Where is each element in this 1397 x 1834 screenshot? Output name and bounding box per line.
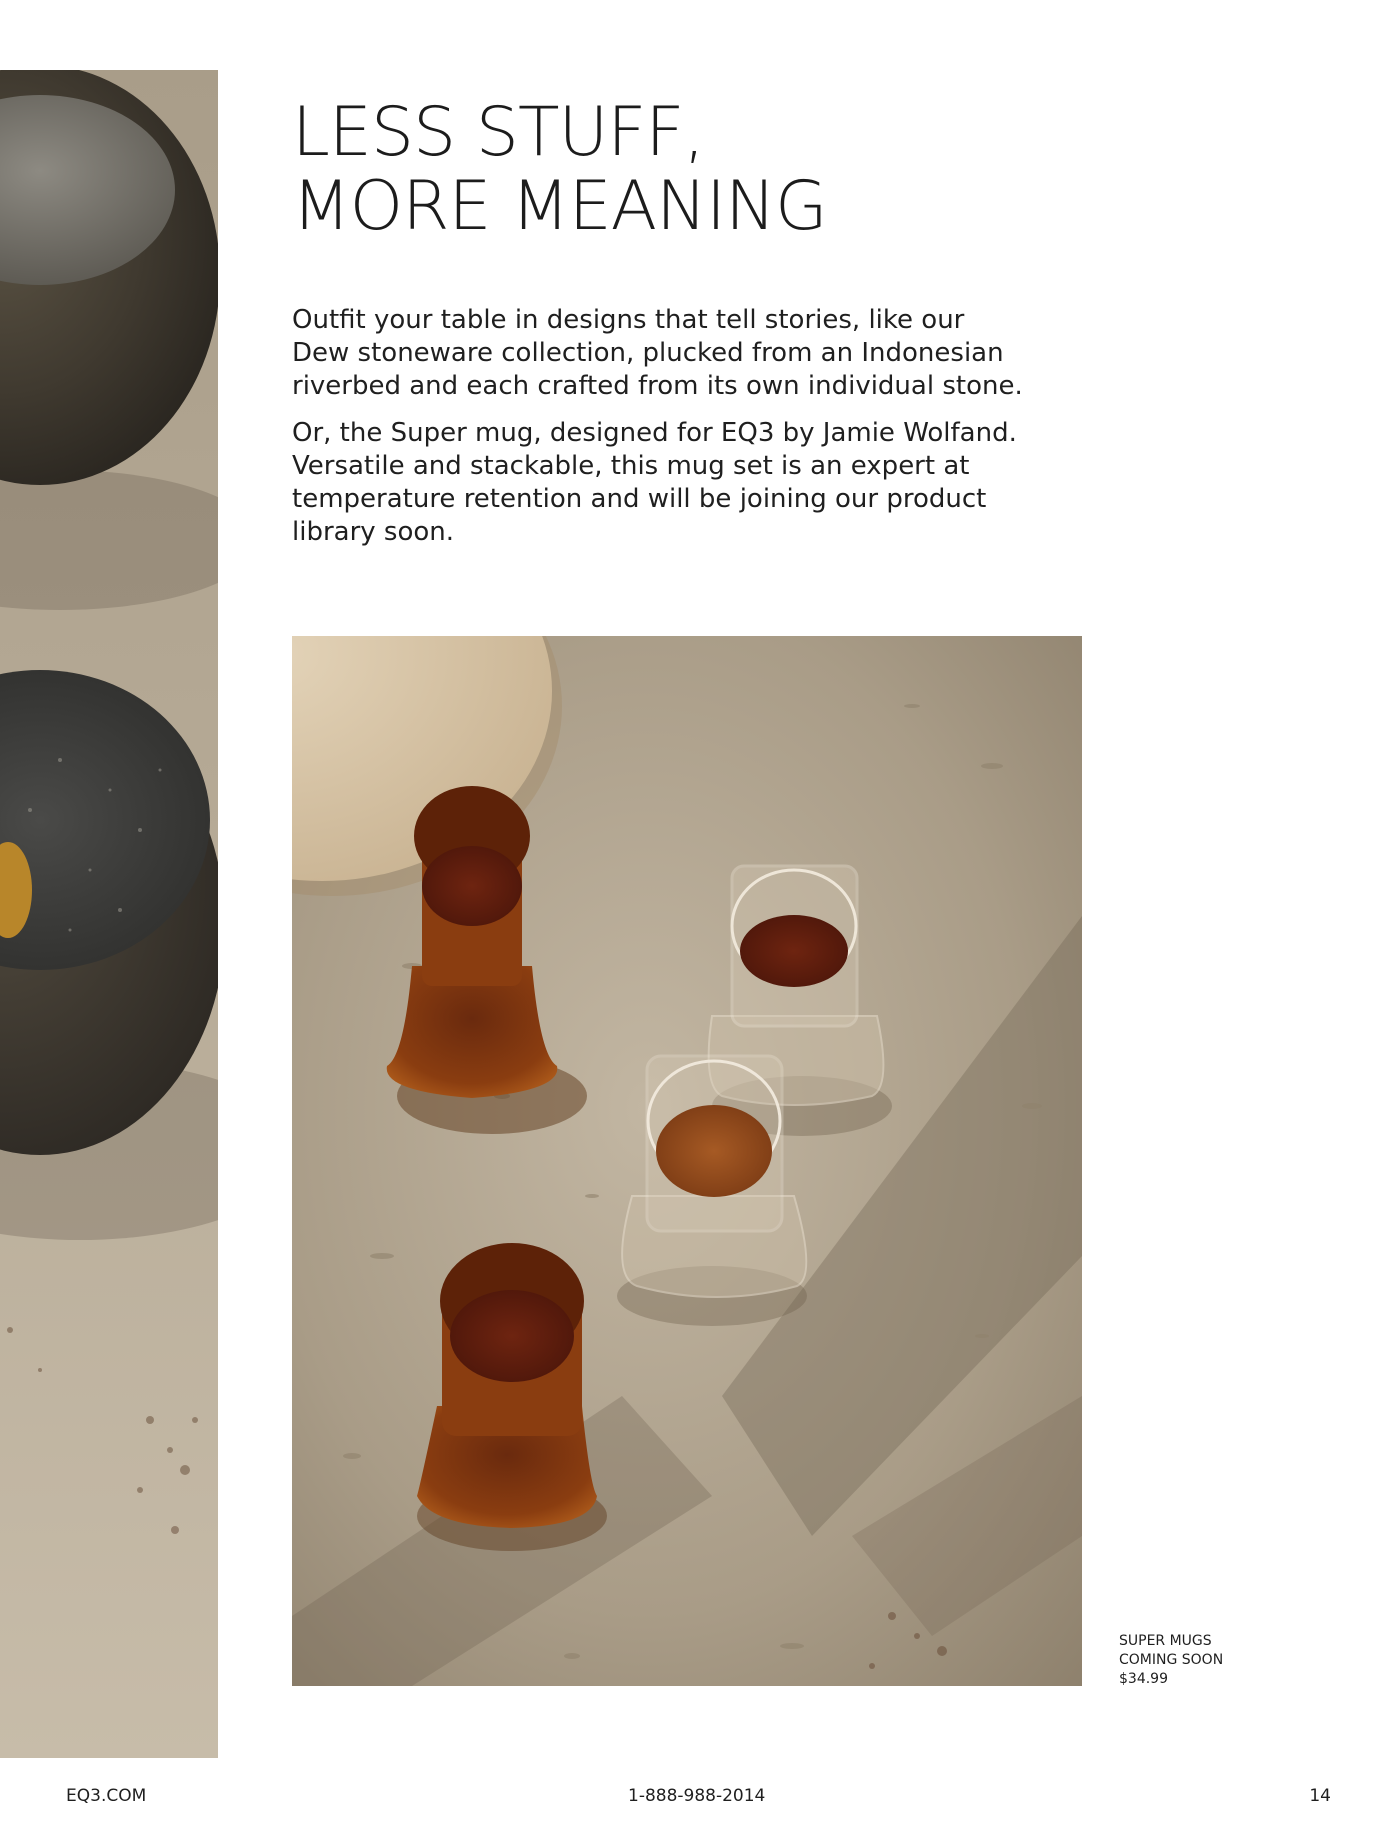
paragraph-line: Versatile and stackable, this mug set is… <box>292 451 970 481</box>
page-number: 14 <box>1309 1786 1331 1806</box>
product-availability: COMING SOON <box>1119 1652 1224 1668</box>
product-name: SUPER MUGS <box>1119 1633 1212 1649</box>
paragraph-line: Dew stoneware collection, plucked from a… <box>292 338 1004 368</box>
paragraph-line: Or, the Super mug, designed for EQ3 by J… <box>292 418 1017 448</box>
stoneware-bowls-photo <box>0 70 218 1758</box>
headline-line-2: MORE MEANING <box>292 167 828 246</box>
page-title: LESS STUFF, MORE MEANING <box>292 96 1012 244</box>
super-mugs-photo <box>292 636 1082 1686</box>
paragraph-line: Outfit your table in designs that tell s… <box>292 305 965 335</box>
product-price: $34.99 <box>1119 1671 1168 1687</box>
headline-line-1: LESS STUFF, <box>292 93 705 172</box>
product-caption: SUPER MUGS COMING SOON $34.99 <box>1119 1632 1223 1689</box>
paragraph-line: riverbed and each crafted from its own i… <box>292 371 1023 401</box>
paragraph-super-mug: Or, the Super mug, designed for EQ3 by J… <box>292 417 1052 549</box>
footer-phone[interactable]: 1-888-988-2014 <box>628 1786 765 1806</box>
footer-website-link[interactable]: EQ3.COM <box>66 1786 146 1806</box>
body-copy: Outfit your table in designs that tell s… <box>292 304 1052 563</box>
paragraph-line: temperature retention and will be joinin… <box>292 484 987 514</box>
paragraph-dew-stoneware: Outfit your table in designs that tell s… <box>292 304 1052 403</box>
paragraph-line: library soon. <box>292 517 455 547</box>
